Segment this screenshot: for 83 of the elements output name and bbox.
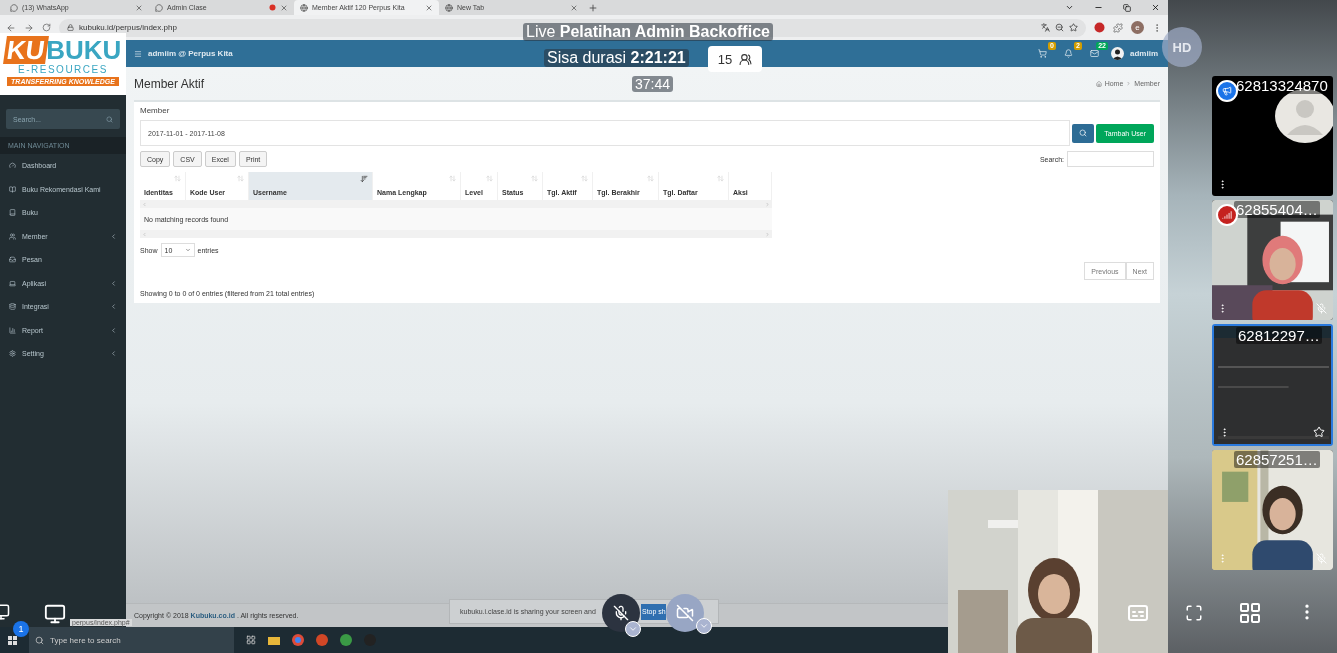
sort-icon [717, 175, 724, 182]
zoom-icon[interactable] [1055, 23, 1064, 32]
cart-icon[interactable] [1038, 49, 1048, 58]
profile-avatar[interactable]: e [1131, 21, 1144, 34]
forward-icon[interactable] [24, 22, 34, 33]
book-icon [9, 185, 16, 193]
logo-name: BUKU [46, 36, 122, 64]
logo-subtitle: E-RESOURCES [18, 64, 108, 75]
sort-icon [531, 175, 538, 182]
mic-off-icon [613, 605, 629, 621]
tab-icon [300, 3, 308, 12]
sort-icon [449, 175, 456, 182]
mail-icon[interactable] [1090, 49, 1100, 58]
user-name[interactable]: admiim [1130, 49, 1158, 58]
reload-icon[interactable] [42, 23, 51, 32]
participant-tile[interactable]: 62812297… [1212, 324, 1333, 446]
sort-icon [486, 175, 493, 182]
sort-icon [360, 175, 368, 183]
monitor-icon[interactable] [44, 603, 66, 625]
menu-icon[interactable] [134, 49, 142, 58]
separator-icon [1126, 81, 1132, 86]
avatar-icon [1275, 89, 1333, 144]
inbox-icon [9, 256, 16, 264]
sort-icon [581, 175, 588, 182]
restore-icon[interactable] [1123, 4, 1131, 12]
browser-icon[interactable] [292, 634, 304, 646]
database-icon [9, 303, 16, 311]
back-icon[interactable] [6, 22, 16, 33]
tab-icon [155, 3, 163, 12]
users-icon [9, 232, 16, 240]
search-button[interactable] [1072, 123, 1095, 143]
mic-off-icon [1316, 553, 1327, 564]
app-icon[interactable] [340, 634, 352, 646]
panel-title: Member [140, 106, 171, 115]
search-icon [106, 115, 113, 123]
participant-name: 62812297… [1236, 327, 1322, 344]
gauge-icon [9, 162, 16, 170]
participants-button[interactable]: 15 [708, 46, 762, 72]
user-avatar[interactable] [1111, 47, 1124, 60]
extensions-icon[interactable] [1113, 22, 1123, 33]
taskbar-search-field[interactable]: Type here to search [29, 627, 234, 653]
windows-icon[interactable] [8, 635, 17, 645]
sort-icon [647, 175, 654, 182]
task-view-icon[interactable] [246, 635, 256, 645]
remaining-time: Sisa durasi 2:21:21 [544, 49, 689, 67]
participant-name: 62857251… [1234, 451, 1320, 468]
folder-icon[interactable] [268, 635, 280, 645]
translate-icon[interactable] [1041, 23, 1050, 32]
tab-icon [445, 3, 453, 12]
elapsed-time: 37:44 [632, 76, 674, 92]
participant-tile[interactable]: 62855404… [1212, 200, 1333, 320]
megaphone-icon [1216, 80, 1238, 102]
camera-off-icon [676, 604, 694, 622]
session-title: Live Pelatihan Admin Backoffice [523, 23, 773, 41]
book-icon [9, 209, 16, 217]
bell-icon[interactable] [1064, 49, 1074, 58]
close-icon[interactable] [1151, 3, 1160, 12]
grid-icon[interactable] [1238, 601, 1262, 625]
laptop-icon [9, 279, 16, 287]
caret-icon [184, 247, 191, 253]
new-tab-icon[interactable] [588, 3, 598, 13]
home-icon [1095, 80, 1102, 87]
star-icon[interactable] [1069, 23, 1078, 32]
tab-search-icon[interactable] [1065, 3, 1074, 12]
url-text: kubuku.id/perpus/index.php [79, 23, 177, 32]
participant-name: 62855404… [1234, 201, 1320, 218]
logo-mark: KU [2, 36, 49, 64]
people-icon [739, 52, 753, 66]
lock-icon [67, 24, 74, 31]
search-field[interactable] [1067, 151, 1154, 167]
page-title: Member Aktif [134, 76, 205, 91]
sort-icon [237, 175, 244, 182]
search-icon [35, 635, 44, 645]
chart-icon [9, 326, 16, 334]
sort-icon [174, 175, 181, 182]
mic-off-icon [1316, 303, 1327, 314]
participant-tile[interactable]: 62813324870 [1212, 76, 1333, 196]
app-brand: admiim @ Perpus Kita [148, 49, 233, 58]
participant-tile[interactable]: 62857251… [1212, 450, 1333, 570]
fullscreen-icon[interactable] [1185, 604, 1203, 622]
gear-icon [9, 350, 16, 358]
tab-icon [10, 3, 18, 12]
search-icon [1079, 129, 1088, 137]
